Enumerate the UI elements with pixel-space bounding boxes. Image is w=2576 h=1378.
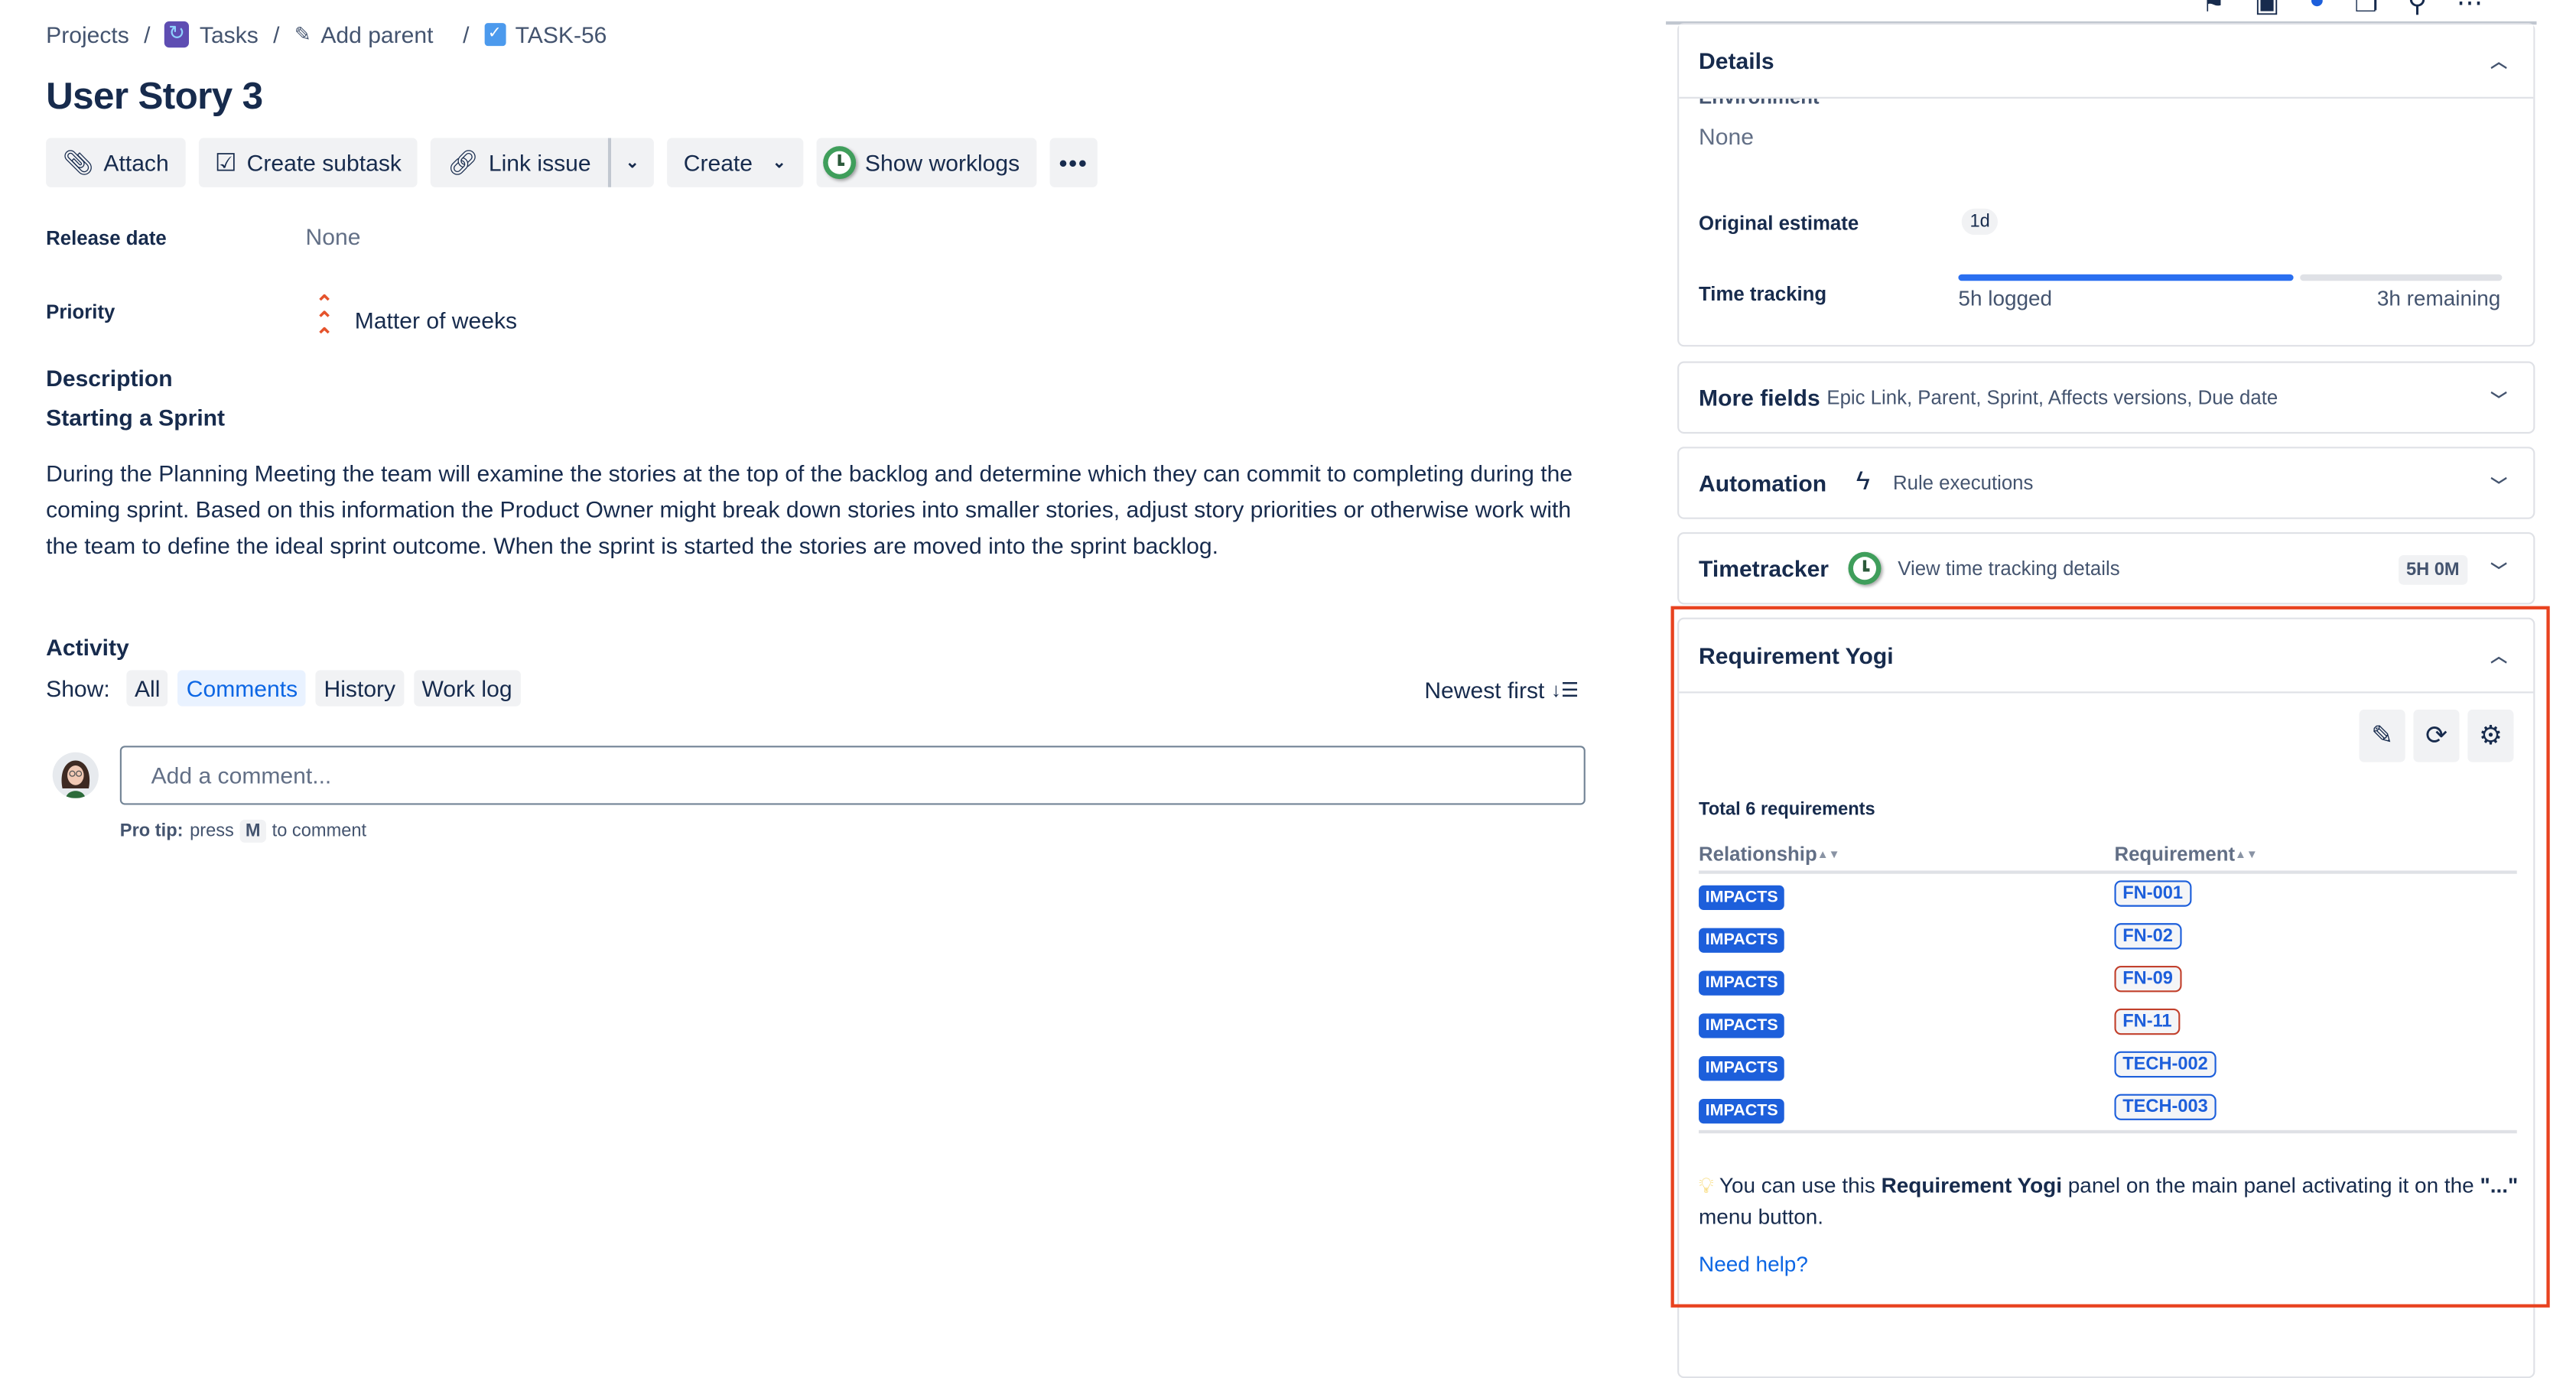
more-icon[interactable]: ⋯ bbox=[2457, 0, 2483, 20]
timetracker-title: Timetracker bbox=[1699, 555, 1830, 582]
protip-press: press bbox=[190, 821, 234, 841]
chevron-down-icon[interactable]: ﹀ bbox=[2490, 557, 2506, 582]
details-panel: Details ︿ Environment None Original esti… bbox=[1677, 23, 2535, 347]
activity-heading: Activity bbox=[46, 634, 129, 661]
description-heading: Description bbox=[46, 364, 173, 392]
show-worklogs-label: Show worklogs bbox=[864, 149, 1020, 176]
environment-value[interactable]: None bbox=[1699, 123, 1754, 149]
lightning-icon: ϟ bbox=[1856, 468, 1870, 496]
release-date-value[interactable]: None bbox=[306, 223, 361, 249]
show-label: Show: bbox=[46, 674, 110, 702]
attach-label: Attach bbox=[103, 149, 169, 176]
show-worklogs-button[interactable]: Show worklogs bbox=[815, 138, 1036, 187]
issue-header-actions: ⚑ ▣ ● ❐ ⚲ ⋯ bbox=[2201, 0, 2483, 20]
automation-title: Automation bbox=[1699, 470, 1827, 496]
priority-high-icon: ⌃ ⌃ ⌃ bbox=[315, 291, 333, 349]
time-tracking-bar[interactable] bbox=[1958, 274, 2503, 281]
priority-field[interactable]: ⌃ ⌃ ⌃ Matter of weeks bbox=[315, 291, 518, 349]
create-subtask-button[interactable]: ☑ Create subtask bbox=[198, 138, 418, 187]
timetracker-summary: View time tracking details bbox=[1898, 557, 2120, 580]
description-body[interactable]: During the Planning Meeting the team wil… bbox=[46, 455, 1574, 564]
watch-icon[interactable]: ● bbox=[2309, 0, 2325, 20]
attach-button[interactable]: 📎︎ Attach bbox=[46, 138, 186, 187]
time-logged: 5h logged bbox=[1958, 285, 2053, 310]
description-subheading: Starting a Sprint bbox=[46, 404, 226, 431]
clock-icon bbox=[1848, 551, 1882, 585]
breadcrumb: Projects / Tasks / ✎ Add parent / ✓ TASK… bbox=[46, 21, 607, 48]
breadcrumb-separator: / bbox=[273, 21, 280, 48]
pencil-icon: ✎ bbox=[294, 23, 311, 47]
breadcrumb-separator: / bbox=[463, 21, 470, 48]
link-issue-split-button: 🔗︎ Link issue ⌄ bbox=[431, 138, 655, 187]
issue-title[interactable]: User Story 3 bbox=[46, 74, 263, 119]
sort-label: Newest first bbox=[1424, 676, 1545, 704]
tasks-project-icon bbox=[164, 21, 190, 48]
priority-value: Matter of weeks bbox=[354, 307, 518, 334]
chevron-up-icon[interactable]: ︿ bbox=[2490, 47, 2506, 73]
chevron-down-icon: ⌄ bbox=[772, 153, 786, 172]
priority-label: Priority bbox=[46, 301, 115, 324]
protip-suffix: to comment bbox=[272, 821, 367, 841]
more-fields-summary: Epic Link, Parent, Sprint, Affects versi… bbox=[1826, 385, 2278, 409]
automation-panel[interactable]: Automation ϟ Rule executions ﹀ bbox=[1677, 447, 2535, 519]
automation-summary: Rule executions bbox=[1892, 471, 2034, 495]
breadcrumb-separator: / bbox=[144, 21, 151, 48]
subtask-icon: ☑ bbox=[214, 149, 237, 177]
link-icon: 🔗︎ bbox=[447, 149, 479, 177]
original-estimate-label: Original estimate bbox=[1699, 212, 1859, 236]
feedback-icon[interactable]: ⚑ bbox=[2201, 0, 2225, 20]
comment-input[interactable]: Add a comment... bbox=[119, 746, 1586, 805]
link-issue-button[interactable]: 🔗︎ Link issue bbox=[431, 138, 608, 187]
share-icon[interactable]: ⚲ bbox=[2408, 0, 2427, 20]
pro-tip: Pro tip: press M to comment bbox=[119, 819, 367, 843]
release-date-label: Release date bbox=[46, 226, 167, 250]
breadcrumb-tasks[interactable]: Tasks bbox=[200, 21, 259, 47]
filter-history[interactable]: History bbox=[315, 670, 404, 707]
breadcrumb-add-parent[interactable]: Add parent bbox=[320, 21, 433, 47]
link-issue-dropdown[interactable]: ⌄ bbox=[607, 138, 655, 187]
protip-prefix: Pro tip: bbox=[119, 821, 184, 841]
clock-icon bbox=[822, 146, 856, 180]
sort-descending-icon: ↓☰ bbox=[1550, 678, 1579, 702]
chevron-down-icon[interactable]: ﹀ bbox=[2490, 386, 2506, 411]
time-remaining: 3h remaining bbox=[2376, 285, 2501, 310]
timetracker-total-badge: 5H 0M bbox=[2398, 555, 2468, 585]
time-remaining-fill bbox=[2300, 274, 2503, 281]
filter-comments[interactable]: Comments bbox=[178, 670, 306, 707]
more-actions-button[interactable]: ••• bbox=[1049, 138, 1098, 187]
copy-icon[interactable]: ❐ bbox=[2354, 0, 2378, 20]
paperclip-icon: 📎︎ bbox=[62, 149, 94, 177]
time-logged-fill bbox=[1958, 274, 2294, 281]
highlight-box bbox=[1670, 606, 2550, 1308]
create-subtask-label: Create subtask bbox=[246, 149, 402, 176]
time-tracking-label: Time tracking bbox=[1699, 282, 1827, 306]
protip-key: M bbox=[240, 819, 266, 843]
user-avatar[interactable] bbox=[52, 752, 99, 798]
original-estimate-value[interactable]: 1d bbox=[1961, 208, 1999, 236]
activity-filters: Show: All Comments History Work log bbox=[46, 670, 521, 707]
details-title: Details bbox=[1699, 47, 1774, 74]
create-label: Create bbox=[683, 149, 753, 176]
filter-work-log[interactable]: Work log bbox=[413, 670, 521, 707]
details-header[interactable]: Details ︿ bbox=[1679, 24, 2534, 99]
more-icon: ••• bbox=[1059, 149, 1088, 176]
more-fields-panel[interactable]: More fields Epic Link, Parent, Sprint, A… bbox=[1677, 361, 2535, 434]
breadcrumb-issue-key[interactable]: TASK-56 bbox=[516, 21, 607, 47]
breadcrumb-projects[interactable]: Projects bbox=[46, 21, 129, 47]
chevron-down-icon[interactable]: ﹀ bbox=[2490, 471, 2506, 496]
timetracker-panel[interactable]: Timetracker View time tracking details 5… bbox=[1677, 531, 2535, 605]
chevron-down-icon: ⌄ bbox=[625, 153, 639, 172]
more-fields-title: More fields bbox=[1699, 384, 1820, 411]
create-button[interactable]: Create ⌄ bbox=[667, 138, 803, 187]
filter-all[interactable]: All bbox=[126, 670, 169, 707]
link-issue-label: Link issue bbox=[488, 149, 591, 176]
issue-toolbar: 📎︎ Attach ☑ Create subtask 🔗︎ Link issue… bbox=[46, 138, 1098, 187]
lock-icon[interactable]: ▣ bbox=[2255, 0, 2279, 20]
task-type-icon: ✓ bbox=[483, 23, 506, 47]
sort-toggle[interactable]: Newest first ↓☰ bbox=[1424, 677, 1579, 703]
